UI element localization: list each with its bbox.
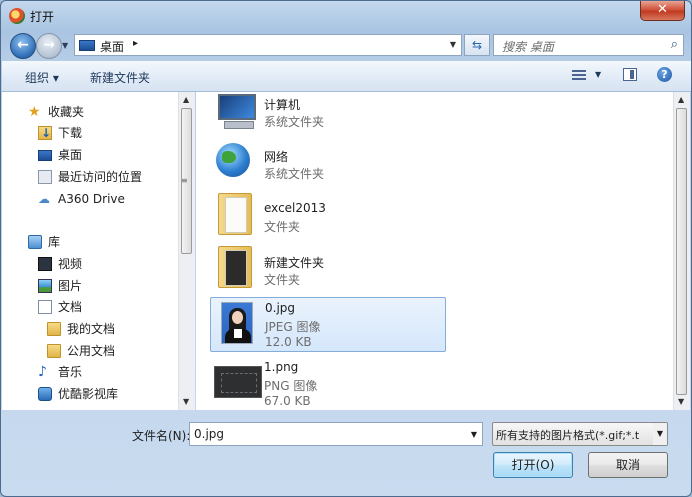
- file-type: 文件夹: [264, 273, 301, 287]
- back-button[interactable]: ←: [10, 33, 36, 59]
- preview-pane-icon[interactable]: [623, 68, 637, 81]
- folder-icon: [47, 344, 61, 358]
- scroll-thumb[interactable]: [676, 108, 687, 395]
- cloud-drive-icon: ☁: [38, 192, 50, 206]
- nav-label: 音乐: [58, 365, 83, 379]
- window-title: 打开: [30, 10, 55, 24]
- nav-label: 公用文档: [67, 344, 116, 358]
- file-name: 0.jpg: [265, 301, 296, 315]
- help-button[interactable]: ?: [657, 67, 672, 82]
- scroll-up-icon[interactable]: ▲: [183, 95, 189, 104]
- nav-label: 收藏夹: [48, 105, 85, 119]
- recent-locations-dropdown[interactable]: ▼: [62, 41, 68, 50]
- filename-value[interactable]: 0.jpg: [194, 427, 224, 441]
- file-item-computer[interactable]: 计算机 系统文件夹: [210, 92, 446, 132]
- search-input[interactable]: 搜索 桌面 ⌕: [493, 34, 684, 56]
- close-button[interactable]: ✕: [640, 1, 685, 21]
- nav-label: 文档: [58, 300, 83, 314]
- nav-label: 最近访问的位置: [58, 170, 143, 184]
- breadcrumb-location[interactable]: 桌面: [100, 38, 124, 55]
- nav-label: 库: [48, 235, 61, 249]
- command-bar: 组织 ▾ 新建文件夹 ▼ ?: [2, 61, 691, 92]
- folder-icon: [47, 322, 61, 336]
- nav-label: 图片: [58, 279, 83, 293]
- nav-label: 桌面: [58, 148, 83, 162]
- file-item-excel2013[interactable]: excel2013 文件夹: [210, 193, 446, 239]
- filename-field[interactable]: 0.jpg ▼: [189, 422, 483, 446]
- file-type: 文件夹: [264, 220, 301, 234]
- star-icon: ★: [28, 104, 41, 120]
- picture-icon: [38, 279, 52, 293]
- file-size: 67.0 KB: [264, 394, 311, 408]
- filter-value: 所有支持的图片格式(*.gif;*.t: [496, 429, 640, 442]
- search-icon[interactable]: ⌕: [671, 37, 678, 52]
- file-size: 12.0 KB: [265, 335, 312, 349]
- nav-pane-scrollbar[interactable]: ▲ ≡ ▼: [178, 92, 195, 410]
- navigation-pane: ★ 收藏夹 下载 桌面 最近访问的位置 ☁ A360 Drive 库 视频: [2, 92, 179, 410]
- desktop-icon: [79, 40, 95, 51]
- nav-label: 视频: [58, 257, 83, 271]
- file-type: PNG 图像: [264, 379, 318, 393]
- youku-icon: [38, 387, 52, 401]
- file-name: 网络: [264, 150, 289, 164]
- app-icon: [9, 8, 25, 24]
- file-type: 系统文件夹: [264, 167, 325, 181]
- file-item-0-jpg[interactable]: 0.jpg JPEG 图像 12.0 KB: [210, 297, 446, 352]
- filename-dropdown-icon[interactable]: ▼: [471, 430, 477, 439]
- scroll-down-icon[interactable]: ▼: [678, 397, 684, 406]
- address-bar[interactable]: 桌面 ▸ ▼: [74, 34, 462, 56]
- file-name: 1.png: [264, 360, 299, 374]
- file-name: 新建文件夹: [264, 256, 325, 270]
- title-bar: 打开 ✕: [1, 1, 691, 31]
- refresh-button[interactable]: ⇆: [464, 34, 490, 56]
- scroll-up-icon[interactable]: ▲: [678, 95, 684, 104]
- file-list: 计算机 系统文件夹 网络 系统文件夹 excel2013 文件夹 新建文件夹 文…: [196, 92, 673, 410]
- recent-places-icon: [38, 170, 52, 184]
- filename-label: 文件名(N):: [132, 429, 191, 443]
- nav-label: 优酷影视库: [58, 387, 119, 401]
- file-type-filter[interactable]: 所有支持的图片格式(*.gif;*.t ▼: [492, 422, 668, 446]
- file-name: excel2013: [264, 201, 326, 215]
- nav-label: 我的文档: [67, 322, 116, 336]
- nav-label: A360 Drive: [58, 192, 125, 206]
- document-icon: [38, 300, 52, 314]
- scroll-down-icon[interactable]: ▼: [183, 397, 189, 406]
- download-folder-icon: [38, 124, 52, 142]
- filter-dropdown-icon[interactable]: ▼: [653, 423, 667, 445]
- file-item-1-png[interactable]: 1.png PNG 图像 67.0 KB: [210, 358, 446, 410]
- library-icon: [28, 235, 42, 249]
- file-list-scrollbar[interactable]: ▲ ▼: [673, 92, 690, 410]
- file-item-new-folder[interactable]: 新建文件夹 文件夹: [210, 246, 446, 292]
- music-icon: ♪: [38, 364, 47, 380]
- scroll-grip-icon: ≡: [181, 176, 188, 185]
- file-type: 系统文件夹: [264, 115, 325, 129]
- breadcrumb-chevron-icon[interactable]: ▸: [133, 38, 138, 49]
- open-file-dialog: 打开 ✕ ← → ▼ 桌面 ▸ ▼ ⇆ 搜索 桌面 ⌕ 组织 ▾ 新建文件夹 ▼…: [0, 0, 692, 497]
- view-dropdown-icon[interactable]: ▼: [595, 70, 601, 79]
- organize-button[interactable]: 组织 ▾: [25, 69, 59, 86]
- new-folder-button[interactable]: 新建文件夹: [90, 69, 150, 86]
- search-placeholder: 搜索 桌面: [502, 40, 554, 54]
- cancel-button[interactable]: 取消: [588, 452, 668, 478]
- address-dropdown-icon[interactable]: ▼: [450, 40, 456, 49]
- address-row: ← → ▼ 桌面 ▸ ▼ ⇆ 搜索 桌面 ⌕: [1, 31, 691, 61]
- open-button[interactable]: 打开(O): [493, 452, 573, 478]
- file-type: JPEG 图像: [265, 320, 321, 334]
- file-item-network[interactable]: 网络 系统文件夹: [210, 142, 446, 186]
- nav-label: 下载: [58, 126, 83, 140]
- view-options-icon[interactable]: [572, 69, 586, 81]
- desktop-icon: [38, 150, 52, 161]
- forward-button[interactable]: →: [36, 33, 62, 59]
- video-icon: [38, 257, 52, 271]
- file-name: 计算机: [264, 98, 301, 112]
